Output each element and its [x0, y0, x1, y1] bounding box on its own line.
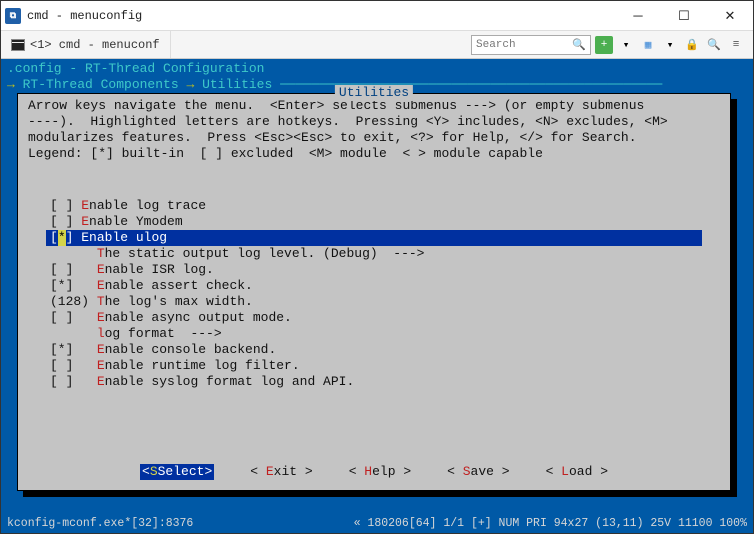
- menu-item-4[interactable]: [ ] Enable ISR log.: [46, 262, 702, 278]
- new-tab-button[interactable]: +: [595, 36, 613, 54]
- minimize-button[interactable]: ─: [615, 1, 661, 31]
- help-text: Arrow keys navigate the menu. <Enter> se…: [18, 94, 730, 168]
- statusbar: kconfig-mconf.exe*[32]:8376 « 180206[64]…: [1, 513, 753, 533]
- menu-item-10[interactable]: [ ] Enable runtime log filter.: [46, 358, 702, 374]
- tab-label: <1> cmd - menuconf: [30, 38, 160, 52]
- tab-cmd[interactable]: <1> cmd - menuconf: [1, 31, 171, 58]
- maximize-button[interactable]: ☐: [661, 1, 707, 31]
- breadcrumb-1: RT-Thread Components: [23, 77, 179, 92]
- search-input[interactable]: Search 🔍: [471, 35, 591, 55]
- menu-item-5[interactable]: [*] Enable assert check.: [46, 278, 702, 294]
- terminal: .config - RT-Thread Configuration → RT-T…: [1, 59, 753, 513]
- dropdown-button[interactable]: ▾: [617, 36, 635, 54]
- menu-item-9[interactable]: [*] Enable console backend.: [46, 342, 702, 358]
- menu-item-6[interactable]: (128) The log's max width.: [46, 294, 702, 310]
- breadcrumb-2: Utilities: [202, 77, 272, 92]
- app-icon: ⧉: [5, 8, 21, 24]
- save-button[interactable]: < Save >: [447, 464, 509, 480]
- load-button[interactable]: < Load >: [546, 464, 608, 480]
- status-left: kconfig-mconf.exe*[32]:8376: [7, 517, 193, 530]
- search-placeholder: Search: [476, 39, 516, 51]
- zoom-icon[interactable]: 🔍: [705, 36, 723, 54]
- dropdown2-button[interactable]: ▾: [661, 36, 679, 54]
- menu-item-1[interactable]: [ ] Enable Ymodem: [46, 214, 702, 230]
- window-title: cmd - menuconfig: [27, 9, 615, 23]
- menu-item-11[interactable]: [ ] Enable syslog format log and API.: [46, 374, 702, 390]
- titlebar: ⧉ cmd - menuconfig ─ ☐ ✕: [1, 1, 753, 31]
- menu-item-7[interactable]: [ ] Enable async output mode.: [46, 310, 702, 326]
- select-button[interactable]: <SSelect>: [140, 464, 214, 480]
- terminal-icon: [11, 39, 25, 51]
- arrow-icon: →: [186, 77, 202, 92]
- menu-item-8[interactable]: log format --->: [46, 326, 702, 342]
- search-icon: 🔍: [572, 38, 586, 52]
- menu-list: [ ] Enable log trace[ ] Enable Ymodem[*]…: [46, 198, 702, 446]
- menu-box: Utilities Arrow keys navigate the menu. …: [17, 93, 731, 491]
- status-right: « 180206[64] 1/1 [+] NUM PRI 94x27 (13,1…: [354, 517, 747, 530]
- box-title: Utilities: [335, 85, 413, 101]
- arrow-icon: →: [7, 77, 23, 92]
- config-line1: .config - RT-Thread Configuration: [7, 61, 747, 77]
- help-button[interactable]: < Help >: [349, 464, 411, 480]
- exit-button[interactable]: < Exit >: [250, 464, 312, 480]
- button-row: <SSelect> < Exit > < Help > < Save > < L…: [18, 464, 730, 480]
- menu-item-2[interactable]: [*] Enable ulog: [46, 230, 702, 246]
- menu-button[interactable]: ≡: [727, 36, 745, 54]
- menu-item-0[interactable]: [ ] Enable log trace: [46, 198, 702, 214]
- menu-item-3[interactable]: The static output log level. (Debug) ---…: [46, 246, 702, 262]
- grid-button[interactable]: ▦: [639, 36, 657, 54]
- lock-icon[interactable]: 🔒: [683, 36, 701, 54]
- close-button[interactable]: ✕: [707, 1, 753, 31]
- tabbar: <1> cmd - menuconf Search 🔍 + ▾ ▦ ▾ 🔒 🔍 …: [1, 31, 753, 59]
